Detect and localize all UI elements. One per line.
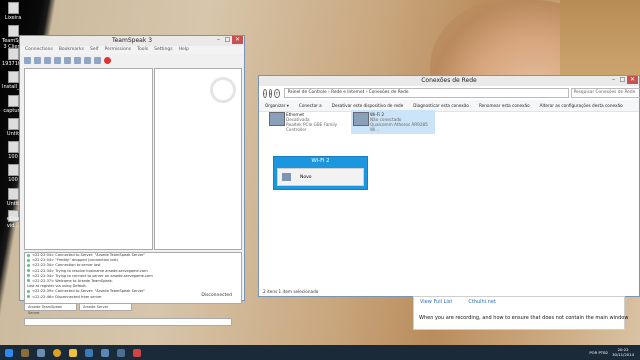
search-input[interactable]: Pesquisar Conexões de Rede	[570, 88, 640, 98]
wifi-popup: Wi-Fi 2 Novo	[273, 156, 368, 190]
disconnect-icon[interactable]	[34, 56, 41, 64]
desktop-icon[interactable]: Lixeira	[2, 2, 24, 21]
address-bar: ‹ › ↑ Painel de Controle › Rede e Intern…	[259, 86, 640, 100]
chat-icon[interactable]	[94, 56, 101, 64]
wifi-popup-header: Wi-Fi 2	[311, 158, 330, 164]
rename-button[interactable]: Renomear esta conexão	[479, 103, 530, 108]
view-full-list-link[interactable]: View Full List	[420, 299, 452, 305]
teamspeak-logo-icon[interactable]	[104, 56, 111, 64]
connect-to-button[interactable]: Conectar a	[299, 103, 322, 108]
taskbar-app[interactable]	[18, 347, 32, 358]
teamspeak-titlebar[interactable]: TeamSpeak 3 – □ ✕	[20, 36, 244, 46]
system-tray: POR PTB2 20:22 30/11/2014	[589, 345, 640, 360]
wifi-network-icon	[282, 173, 291, 181]
chat-input[interactable]	[24, 318, 232, 326]
wifi-network-item[interactable]: Novo	[277, 168, 364, 186]
wifi-adapter-icon	[353, 112, 369, 126]
channel-tree[interactable]	[24, 68, 153, 250]
forward-icon[interactable]: ›	[268, 88, 273, 98]
connect-icon[interactable]	[24, 56, 31, 64]
close-button[interactable]: ✕	[627, 76, 638, 84]
adapter-wifi[interactable]: Wi-Fi 2 Não conectado Qualcomm Atheros A…	[351, 110, 435, 134]
menu-connections[interactable]: Connections	[25, 46, 53, 54]
minimize-button[interactable]: –	[609, 76, 618, 84]
taskbar-app[interactable]	[82, 347, 96, 358]
teamspeak-watermark-icon	[210, 77, 236, 103]
away-icon[interactable]	[44, 56, 51, 64]
maximize-button[interactable]: □	[618, 76, 627, 84]
minimize-button[interactable]: –	[214, 36, 223, 44]
taskbar-app[interactable]	[34, 347, 48, 358]
maximize-button[interactable]: □	[223, 36, 232, 44]
change-settings-button[interactable]: Alterar as configurações desta conexão	[540, 103, 623, 108]
menu-permissions[interactable]: Permissions	[104, 46, 131, 54]
chrome-icon[interactable]	[50, 347, 64, 358]
taskbar: POR PTB2 20:22 30/11/2014	[0, 345, 640, 360]
info-panel	[154, 68, 242, 250]
menu-settings[interactable]: Settings	[154, 46, 172, 54]
toolbar	[20, 54, 244, 66]
diagnose-button[interactable]: Diagnosticar esta conexão	[413, 103, 469, 108]
status-bar: 2 itens 1 item selecionado	[263, 289, 319, 294]
server-tab[interactable]: Arsede Server	[79, 303, 132, 311]
back-icon[interactable]: ‹	[263, 88, 267, 98]
menu-tools[interactable]: Tools	[137, 46, 148, 54]
clock[interactable]: 20:22 30/11/2014	[612, 347, 634, 357]
command-bar: Organizar ▾ Conectar a Desativar este di…	[259, 100, 639, 112]
status-bar: Disconnected	[20, 291, 244, 300]
menu-help[interactable]: Help	[179, 46, 189, 54]
browser-tip-popup: View Full List Cthulhi.net When you are …	[413, 296, 629, 330]
taskbar-app[interactable]	[130, 347, 144, 358]
teamspeak-taskbar-icon[interactable]	[98, 347, 112, 358]
menu-bookmarks[interactable]: Bookmarks	[59, 46, 84, 54]
taskbar-app[interactable]	[114, 347, 128, 358]
language-indicator[interactable]: POR PTB2	[589, 350, 608, 355]
adapter-ethernet[interactable]: Ethernet Desativada Realtek PCIe GBE Fam…	[269, 112, 359, 132]
close-button[interactable]: ✕	[232, 36, 243, 44]
network-titlebar[interactable]: Conexões de Rede – □ ✕	[259, 76, 639, 86]
start-button[interactable]	[2, 347, 16, 358]
breadcrumb[interactable]: Painel de Controle › Rede e Internet › C…	[283, 88, 569, 98]
up-icon[interactable]: ↑	[274, 88, 280, 98]
identity-icon[interactable]	[84, 56, 91, 64]
server-tabs: Arsede TeamSpeak Server Arsede Server	[24, 303, 132, 315]
menu-self[interactable]: Self	[90, 46, 98, 54]
organize-button[interactable]: Organizar ▾	[265, 103, 289, 108]
connection-status: Disconnected	[201, 293, 232, 298]
tip-text: When you are recording, and how to ensur…	[419, 315, 629, 321]
file-explorer-icon[interactable]	[66, 347, 80, 358]
mute-microphone-icon[interactable]	[54, 56, 61, 64]
window-title: Conexões de Rede	[421, 77, 477, 84]
mute-speakers-icon[interactable]	[64, 56, 71, 64]
disable-device-button[interactable]: Desativar este dispositivo de rede	[332, 103, 404, 108]
menu-bar: Connections Bookmarks Self Permissions T…	[20, 46, 244, 54]
cthulhi-link[interactable]: Cthulhi.net	[468, 299, 496, 305]
server-tab[interactable]: Arsede TeamSpeak Server	[24, 303, 77, 315]
teamspeak-window: TeamSpeak 3 – □ ✕ Connections Bookmarks Se…	[19, 35, 245, 326]
bookmark-icon[interactable]	[74, 56, 81, 64]
window-title: TeamSpeak 3	[111, 37, 153, 44]
ethernet-adapter-icon	[269, 112, 285, 126]
